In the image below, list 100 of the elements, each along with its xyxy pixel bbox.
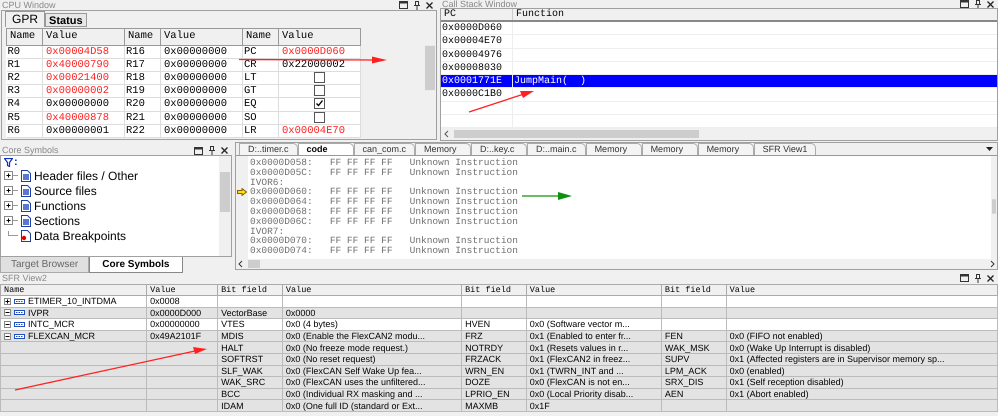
annotation-arrow [522,192,572,200]
close-icon[interactable] [987,274,994,282]
vertical-scrollbar[interactable] [219,156,231,256]
column-header[interactable]: PC [441,9,513,20]
editor-tab[interactable]: Memory [698,143,754,155]
restore-icon[interactable] [960,0,969,8]
column-header[interactable]: Value [160,28,242,46]
panel-title: CPU Window [1,0,56,10]
expand-icon[interactable] [4,201,18,210]
editor-tab[interactable]: SFR View1 [754,143,816,155]
register-value: 0x49A2101F [150,331,202,342]
editor-tab[interactable]: Memory [642,143,698,155]
restore-icon[interactable] [194,146,203,154]
register-name: PC [242,45,278,58]
code-line: 0x0000D058: FF FF FF FF Unknown Instruction [250,158,518,168]
expand-icon[interactable] [4,216,18,225]
expand-icon[interactable] [4,171,18,180]
register-value: 0x00000001 [42,124,124,138]
tree-item[interactable]: Sections [34,214,80,226]
register-name: R18 [124,71,160,85]
checkbox[interactable] [314,98,325,110]
collapse-icon[interactable] [4,332,11,340]
stack-row[interactable]: 0x00004E70 [441,35,997,49]
horizontal-scrollbar[interactable] [236,259,997,269]
bit-field-name: IDAM [221,400,244,411]
table-row[interactable]: IVPR 0x0000D000 VectorBase 0x0000 [0,307,998,319]
checkbox[interactable] [314,112,325,123]
tree-item[interactable]: Header files / Other [34,170,138,182]
tree-item[interactable]: Source files [34,184,97,196]
column-header[interactable]: Bit field [218,284,282,296]
tree-item[interactable]: Data Breakpoints [34,230,126,242]
pin-icon[interactable] [209,146,215,155]
pc-address: 0x00004976 [442,50,502,61]
bit-field-value: 0x1 (Affected registers are in Supervisor memory sp... [730,354,945,364]
editor-tab[interactable]: Memory [586,143,642,155]
editor-tab[interactable]: D:..key.c [471,143,528,155]
stack-row[interactable]: 0x0001771E JumpMain( ) [441,75,997,88]
column-header[interactable]: Value [42,28,124,46]
expand-icon[interactable] [4,298,11,305]
tab[interactable]: Status [45,13,87,27]
table-row[interactable]: SOFTRST 0x0 (No reset request) FRZACK 0x1 (FlexCAN2 in freez... SUPV 0x1 (Affected registers are in Supervisor memory sp... [0,353,998,366]
column-header[interactable]: Function [513,9,997,20]
dropdown-icon[interactable] [986,147,993,151]
editor-tab[interactable]: D:..timer.c [239,143,298,155]
column-header[interactable]: Name [6,28,42,46]
table-row[interactable]: ETIMER_10_INTDMA 0x0008 [0,296,998,308]
table-row[interactable]: FLEXCAN_MCR 0x49A2101F MDIS 0x0 (Enable the FlexCAN2 modu... FRZ 0x1 (Enabled to enter fr... FEN 0x0 (FIFO not enabled) [0,330,998,342]
checkbox[interactable] [314,72,325,83]
stack-row[interactable]: 0x0000D060 [441,22,997,36]
column-header[interactable]: Value [146,284,218,296]
collapse-icon[interactable] [4,309,11,316]
register-name: GT [242,84,278,98]
column-header[interactable]: Value [526,284,662,296]
register-value: 0x00000000 [160,98,242,112]
bit-field-value: 0x0 (FIFO not enabled) [730,331,823,342]
bit-field-name: LPM_ACK [664,366,707,376]
stack-row[interactable]: 0x0000C1B0 [441,88,997,102]
tab[interactable]: GPR [5,11,46,27]
editor-tab[interactable]: can_com.c [354,143,416,155]
column-header[interactable]: Name [0,284,147,296]
column-header[interactable]: Name [242,28,278,46]
column-header[interactable]: Bit field [462,284,526,296]
stack-row[interactable]: 0x00004976 [441,48,997,62]
bit-field-value: 0x1 (FlexCAN2 in freez... [530,354,630,364]
close-icon[interactable] [426,2,433,8]
table-row[interactable]: IDAM 0x0 (One full ID (standard or Ext... MAXMB 0x1F [0,400,998,412]
register-value: 0x40000790 [42,58,124,72]
table-row[interactable]: INTC_MCR 0x00000000 VTES 0x0 (4 bytes) HVEN 0x0 (Software vector m... [0,318,998,330]
column-header[interactable]: Value [282,284,462,296]
expand-icon[interactable] [4,186,18,195]
pin-icon[interactable] [975,0,981,8]
editor-tab[interactable]: code [298,143,354,155]
column-header[interactable]: Value [278,28,360,46]
editor-tab[interactable]: D:..main.c [527,143,586,155]
column-header[interactable]: Value [726,284,998,296]
register-icon [14,334,25,339]
tree-item[interactable]: Functions [34,200,86,212]
tab[interactable]: Core Symbols [89,257,182,273]
horizontal-scrollbar[interactable] [441,128,997,140]
table-row[interactable]: BCC 0x0 (Individual RX masking and ... LPRIO_EN 0x0 (Local Priority disab... AEN 0x1 (Abort enabled) [0,388,998,400]
stack-row[interactable]: 0x00008030 [441,62,997,76]
table-row[interactable]: WAK_SRC 0x0 (FlexCAN uses the unfiltered... DOZE 0x0 (FlexCAN is not en... SRX_DIS 0x1 (Self reception disabled) [0,376,998,388]
checkbox[interactable] [314,85,325,96]
table-row[interactable]: HALT 0x0 (No freeze mode request.) NOTRDY 0x1 (Resets values in r... WAK_MSK 0x0 (Wake Up Interrupt is disabled) [0,342,998,354]
table-row[interactable]: SLF_WAK 0x0 (FlexCAN Self Wake Up fea... WRN_EN 0x1 (TWRN_INT and ... LPM_ACK 0x0 (enabled) [0,365,998,377]
collapse-icon[interactable] [4,320,11,328]
vertical-scrollbar[interactable] [991,156,997,259]
close-icon[interactable] [221,147,228,154]
pin-icon[interactable] [975,274,981,282]
column-header[interactable]: Bit field [661,284,726,296]
restore-icon[interactable] [399,1,408,9]
register-name: R22 [124,124,160,138]
tab[interactable]: Target Browser [0,257,90,273]
register-name: R21 [124,111,160,124]
editor-tab[interactable]: Memory [415,143,472,155]
column-header[interactable]: Name [124,28,160,46]
pin-icon[interactable] [414,0,420,10]
restore-icon[interactable] [960,274,969,282]
close-icon[interactable] [987,0,994,8]
filter-icon[interactable] [4,158,13,166]
